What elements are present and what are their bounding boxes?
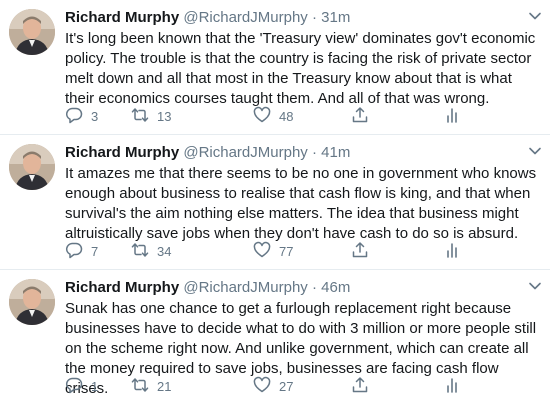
avatar[interactable] [9,279,55,325]
author-name[interactable]: Richard Murphy [65,9,179,26]
retweet-count: 21 [157,378,172,394]
chevron-down-icon[interactable] [528,9,542,23]
tweet-header: Richard Murphy @RichardJMurphy · 41m [65,144,542,162]
like-button[interactable]: 27 [253,376,293,396]
reply-count: 1 [91,378,99,394]
retweet-count: 34 [157,243,172,259]
reply-icon [65,241,83,262]
retweet-button[interactable]: 13 [131,106,171,126]
retweet-count: 13 [157,108,172,124]
retweet-icon [131,241,149,262]
separator-dot: · [311,279,317,296]
like-button[interactable]: 48 [253,106,293,126]
reply-button[interactable]: 3 [65,106,98,126]
separator-dot: · [311,9,317,26]
like-button[interactable]: 77 [253,241,293,261]
analytics-button[interactable] [443,376,461,396]
tweet[interactable]: Richard Murphy @RichardJMurphy · 46m Sun… [0,270,550,405]
share-button[interactable] [351,241,369,261]
avatar[interactable] [9,144,55,190]
reply-icon [65,376,83,397]
analytics-icon [443,106,461,127]
tweet[interactable]: Richard Murphy @RichardJMurphy · 31m It'… [0,0,550,135]
like-count: 48 [279,108,294,124]
reply-icon [65,106,83,127]
analytics-icon [443,376,461,397]
like-icon [253,106,271,127]
author-name[interactable]: Richard Murphy [65,144,179,161]
tweet-text: It amazes me that there seems to be no o… [65,165,537,242]
share-icon [351,376,369,397]
tweet-actions: 3 13 48 [65,106,530,126]
analytics-icon [443,241,461,262]
tweet-timeline: Richard Murphy @RichardJMurphy · 31m It'… [0,0,550,405]
analytics-button[interactable] [443,106,461,126]
like-count: 27 [279,378,294,394]
author-name[interactable]: Richard Murphy [65,279,179,296]
author-handle[interactable]: @RichardJMurphy [183,279,307,296]
reply-button[interactable]: 1 [65,376,98,396]
tweet-timestamp[interactable]: 31m [321,9,350,26]
tweet-timestamp[interactable]: 46m [321,279,350,296]
like-icon [253,241,271,262]
tweet-timestamp[interactable]: 41m [321,144,350,161]
reply-count: 3 [91,108,99,124]
reply-button[interactable]: 7 [65,241,98,261]
chevron-down-icon[interactable] [528,144,542,158]
analytics-button[interactable] [443,241,461,261]
tweet[interactable]: Richard Murphy @RichardJMurphy · 41m It … [0,135,550,270]
reply-count: 7 [91,243,99,259]
tweet-actions: 1 21 27 [65,376,530,396]
author-handle[interactable]: @RichardJMurphy [183,144,307,161]
tweet-header: Richard Murphy @RichardJMurphy · 31m [65,9,542,27]
tweet-header: Richard Murphy @RichardJMurphy · 46m [65,279,542,297]
share-button[interactable] [351,376,369,396]
retweet-button[interactable]: 21 [131,376,171,396]
like-icon [253,376,271,397]
chevron-down-icon[interactable] [528,279,542,293]
share-icon [351,106,369,127]
like-count: 77 [279,243,294,259]
tweet-text: It's long been known that the 'Treasury … [65,30,536,107]
share-button[interactable] [351,106,369,126]
author-handle[interactable]: @RichardJMurphy [183,9,307,26]
retweet-button[interactable]: 34 [131,241,171,261]
retweet-icon [131,106,149,127]
separator-dot: · [311,144,317,161]
share-icon [351,241,369,262]
retweet-icon [131,376,149,397]
tweet-actions: 7 34 77 [65,241,530,261]
avatar[interactable] [9,9,55,55]
